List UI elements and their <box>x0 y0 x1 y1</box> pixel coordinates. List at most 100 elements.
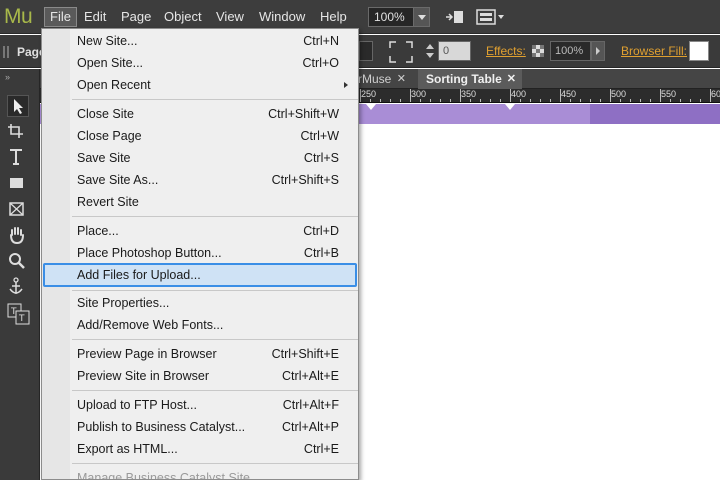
corner-radius-icon[interactable] <box>389 41 413 63</box>
menu-revert-site[interactable]: Revert Site <box>43 191 357 213</box>
close-icon[interactable]: ✕ <box>397 69 406 89</box>
browser-fill-swatch[interactable] <box>689 41 709 61</box>
anchor-tool-icon <box>9 277 23 294</box>
effects-label[interactable]: Effects: <box>486 44 526 58</box>
svg-text:T: T <box>10 307 17 317</box>
ruler-label: 300 <box>411 89 427 99</box>
ruler-tick <box>640 99 641 102</box>
menu-item-label: Add Files for Upload... <box>77 268 201 282</box>
ruler-tick <box>590 99 591 102</box>
selection-tool[interactable] <box>7 95 29 117</box>
menu-view[interactable]: View <box>211 7 249 27</box>
crop-tool-icon <box>8 124 23 138</box>
menu-add-files-for-upload[interactable]: Add Files for Upload... <box>43 263 357 287</box>
menu-item-label: Revert Site <box>77 195 139 209</box>
text-tool-icon <box>10 149 22 165</box>
value-field[interactable]: 0 <box>438 41 471 61</box>
menu-publish-to-business-catalyst[interactable]: Publish to Business Catalyst... Ctrl+Alt+… <box>43 416 357 438</box>
menu-item-label: Close Site <box>77 107 134 121</box>
tab-muse-site[interactable]: rMuse ✕ <box>358 69 412 89</box>
menu-save-site-as[interactable]: Save Site As... Ctrl+Shift+S <box>43 169 357 191</box>
effects-opacity-field[interactable]: 100% <box>550 41 591 61</box>
menu-edit[interactable]: Edit <box>79 7 111 27</box>
menu-window[interactable]: Window <box>254 7 310 27</box>
guide-marker-icon[interactable] <box>366 104 376 110</box>
menu-open-site[interactable]: Open Site... Ctrl+O <box>43 52 357 74</box>
arrange-icon[interactable] <box>444 8 466 26</box>
fill-stroke-tool[interactable]: TT <box>7 303 33 325</box>
menu-separator <box>72 390 358 391</box>
ruler-tick <box>570 99 571 102</box>
ruler-tick <box>360 89 361 102</box>
menu-add-remove-web-fonts[interactable]: Add/Remove Web Fonts... <box>43 314 357 336</box>
menu-item-label: Manage Business Catalyst Site <box>77 471 251 480</box>
chevron-down-icon <box>413 8 429 26</box>
panel-collapse-icon[interactable]: » <box>5 72 10 82</box>
menu-page[interactable]: Page <box>116 7 156 27</box>
menu-item-label: Open Site... <box>77 56 144 70</box>
submenu-arrow-icon <box>344 82 348 88</box>
guide-marker-icon[interactable] <box>505 104 515 110</box>
menu-item-shortcut: Ctrl+S <box>303 151 339 165</box>
menu-item-label: Close Page <box>77 129 142 143</box>
menu-preview-page-in-browser[interactable]: Preview Page in Browser Ctrl+Shift+E <box>43 343 357 365</box>
menu-place-photoshop-button[interactable]: Place Photoshop Button... Ctrl+B <box>43 242 357 264</box>
menu-close-site[interactable]: Close Site Ctrl+Shift+W <box>43 103 357 125</box>
zoom-value: 100% <box>374 10 405 24</box>
menu-object[interactable]: Object <box>159 7 207 27</box>
anchor-tool[interactable] <box>7 277 29 299</box>
menu-close-page[interactable]: Close Page Ctrl+W <box>43 125 357 147</box>
ruler-tick <box>420 99 421 102</box>
rectangle-tool[interactable] <box>7 173 29 195</box>
ruler-tick <box>690 99 691 102</box>
menu-open-recent[interactable]: Open Recent <box>43 74 357 96</box>
menu-preview-site-in-browser[interactable]: Preview Site in Browser Ctrl+Alt+E <box>43 365 357 387</box>
menu-new-site[interactable]: New Site... Ctrl+N <box>43 30 357 52</box>
page-header-band-edge <box>590 104 720 124</box>
fill-stroke-icon: TT <box>7 303 30 325</box>
ruler-label: 60 <box>711 89 720 99</box>
menu-save-site[interactable]: Save Site Ctrl+S <box>43 147 357 169</box>
menu-item-shortcut: Ctrl+O <box>302 56 339 70</box>
svg-text:T: T <box>18 314 25 324</box>
menu-item-shortcut: Ctrl+Alt+P <box>282 420 339 434</box>
menu-item-label: Publish to Business Catalyst... <box>77 420 246 434</box>
stepper-icon[interactable] <box>424 42 436 60</box>
menu-item-label: Add/Remove Web Fonts... <box>77 318 224 332</box>
effects-arrow-button[interactable] <box>591 41 605 61</box>
frame-tool[interactable] <box>7 199 29 221</box>
menu-file[interactable]: File <box>44 7 77 27</box>
menu-help[interactable]: Help <box>315 7 352 27</box>
ruler-tick <box>550 99 551 102</box>
rectangle-tool-icon <box>10 178 23 188</box>
preview-mode-icon[interactable] <box>476 8 506 26</box>
menu-upload-to-ftp-host[interactable]: Upload to FTP Host... Ctrl+Alt+F <box>43 394 357 416</box>
crop-tool[interactable] <box>7 121 29 143</box>
close-icon[interactable]: ✕ <box>507 69 516 89</box>
zoom-select[interactable]: 100% <box>368 7 430 27</box>
ruler-label: 450 <box>561 89 577 99</box>
browser-fill-label[interactable]: Browser Fill: <box>621 44 687 58</box>
ruler-tick <box>500 99 501 102</box>
width-field[interactable] <box>359 41 373 61</box>
hand-tool[interactable] <box>7 225 29 247</box>
menu-site-properties[interactable]: Site Properties... <box>43 292 357 314</box>
hand-tool-icon <box>10 227 24 245</box>
ruler-tick <box>520 99 521 102</box>
ruler-tick <box>580 99 581 102</box>
tab-sorting-table[interactable]: Sorting Table ✕ <box>418 69 522 89</box>
text-tool[interactable] <box>7 147 29 169</box>
ruler-label: 350 <box>461 89 477 99</box>
menu-export-as-html[interactable]: Export as HTML... Ctrl+E <box>43 438 357 460</box>
menu-item-shortcut: Ctrl+Shift+W <box>268 107 339 121</box>
menu-place[interactable]: Place... Ctrl+D <box>43 220 357 242</box>
menu-item-shortcut: Ctrl+Shift+S <box>271 173 339 187</box>
selection-tool-icon <box>14 99 23 114</box>
menu-separator <box>72 463 358 464</box>
ruler-tick <box>650 99 651 102</box>
zoom-tool[interactable] <box>7 251 29 273</box>
effects-checker-icon <box>532 45 544 57</box>
menu-manage-business-catalyst-site: Manage Business Catalyst Site <box>43 467 357 480</box>
menu-item-shortcut: Ctrl+E <box>303 442 339 456</box>
menu-item-label: Upload to FTP Host... <box>77 398 197 412</box>
